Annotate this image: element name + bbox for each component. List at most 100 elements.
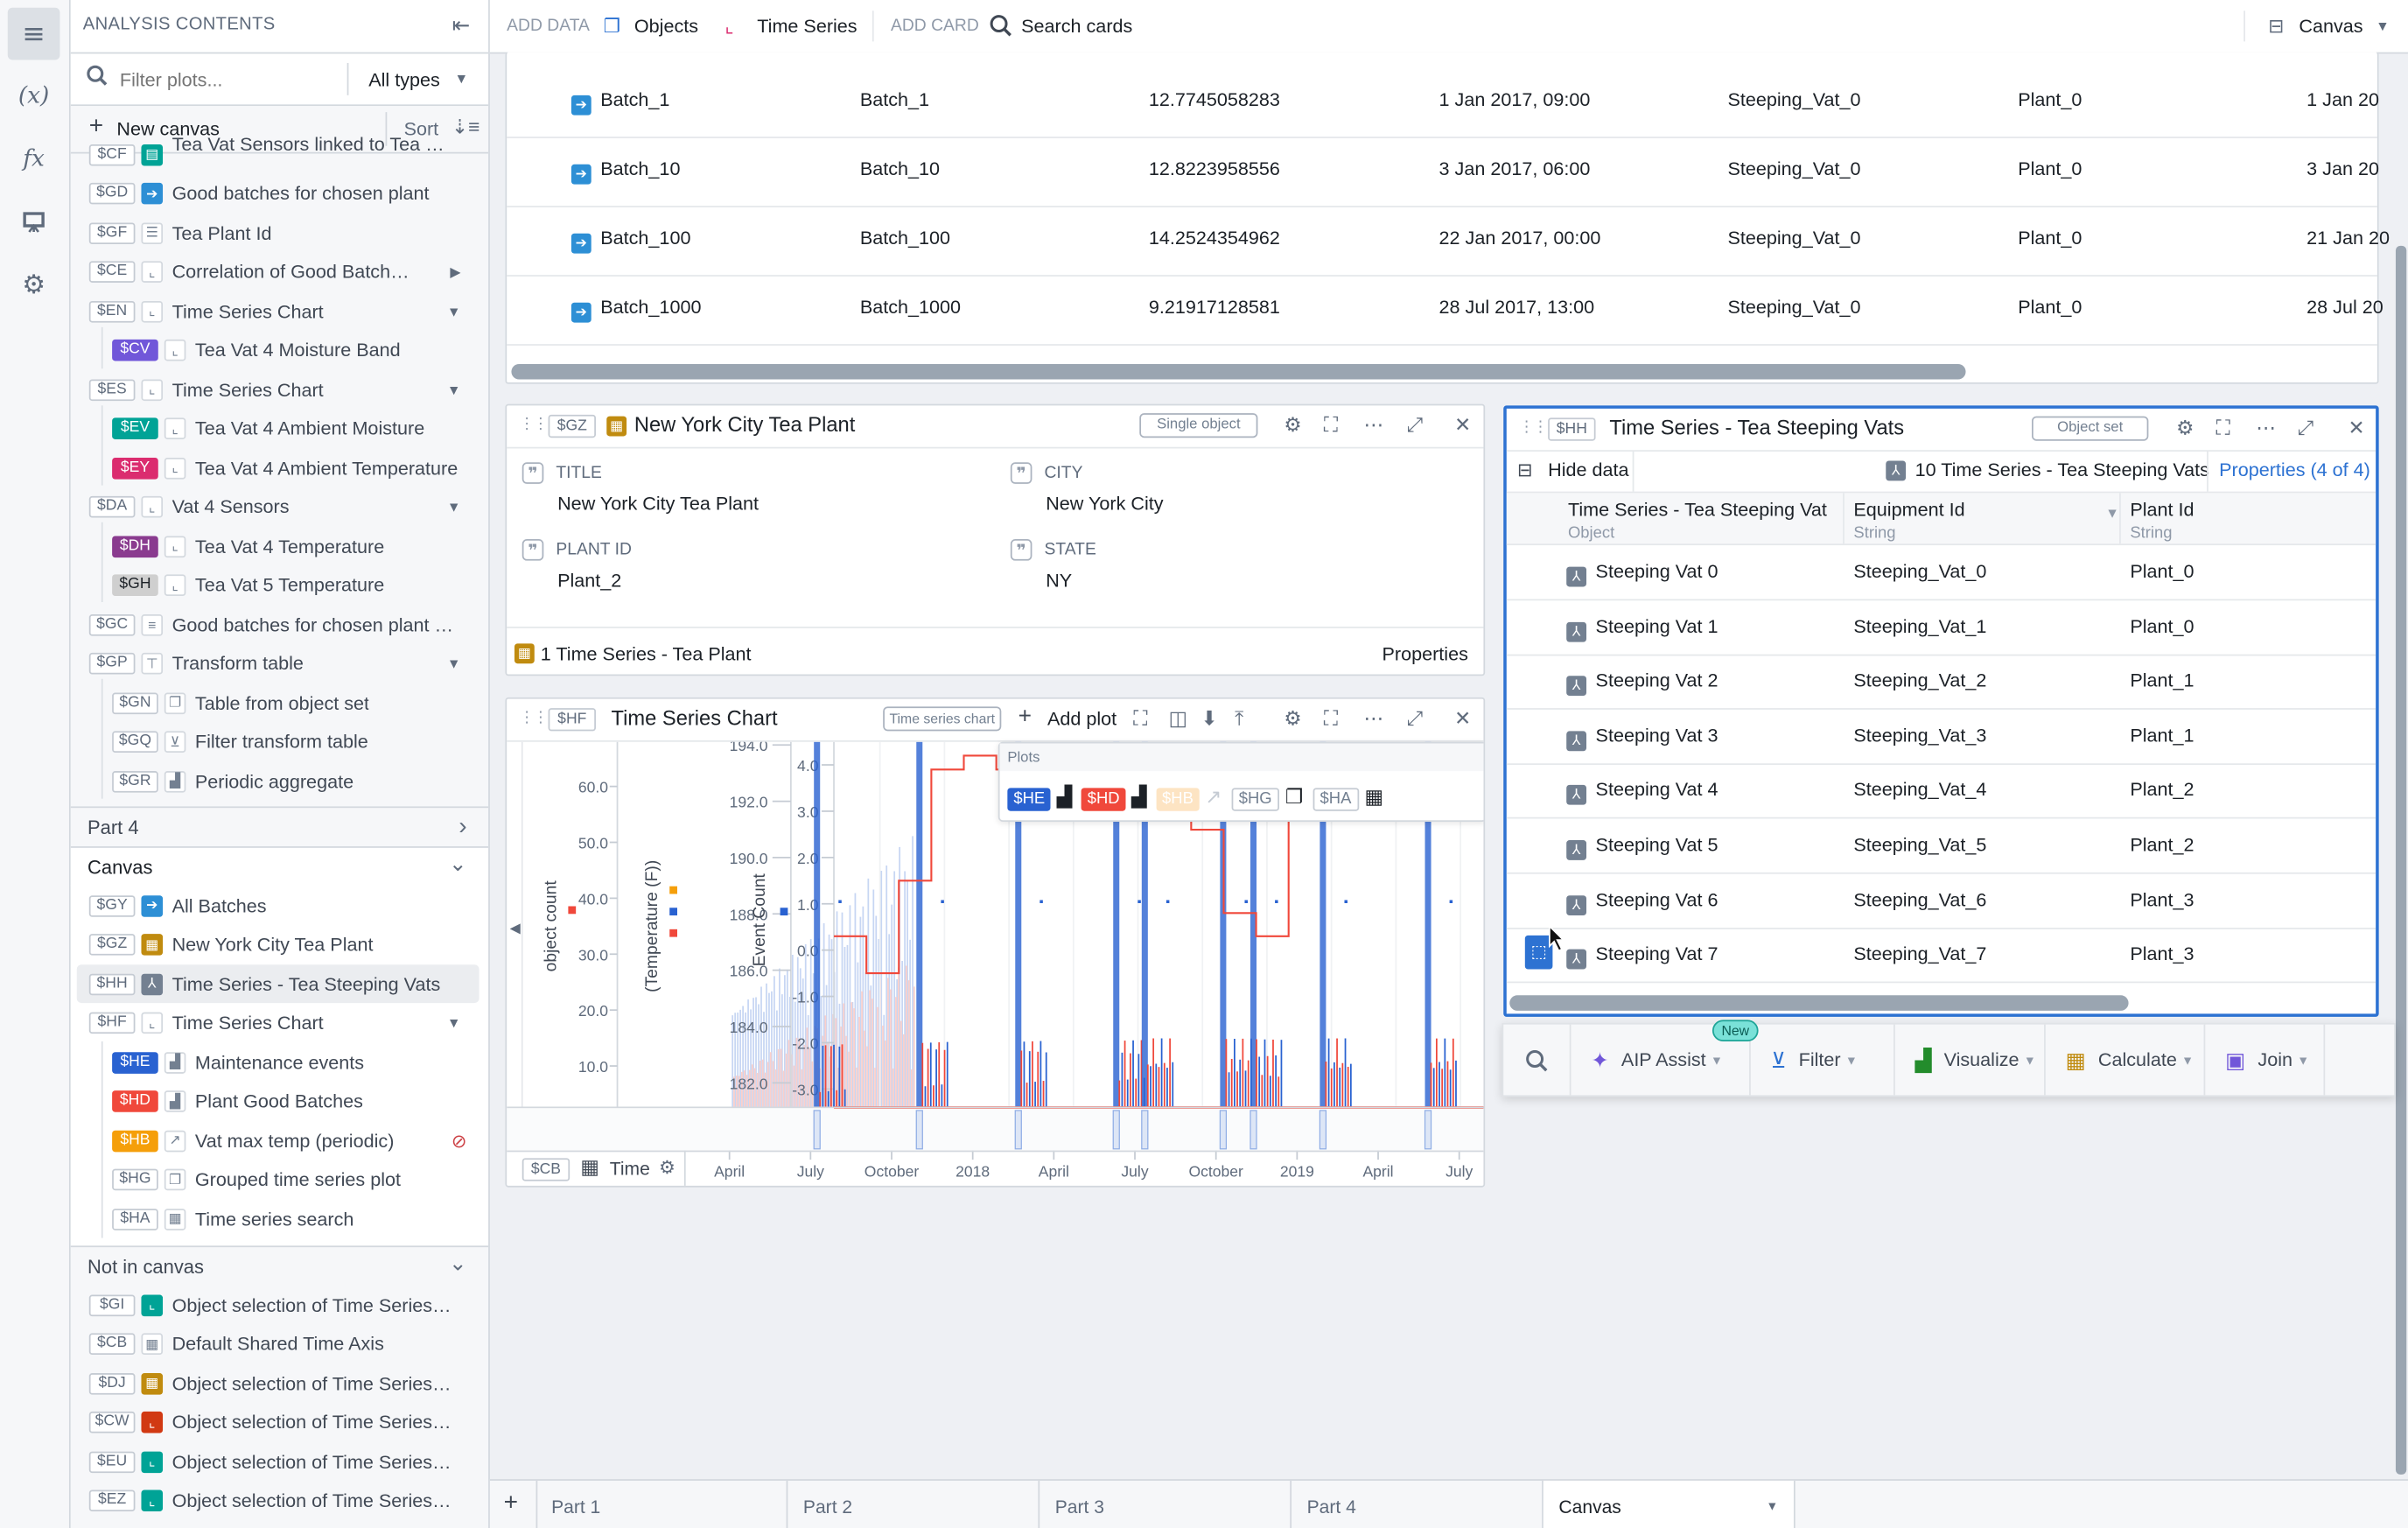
card-mode-pill[interactable]: Time series chart bbox=[883, 706, 1002, 732]
plot-tag[interactable]: $HA ▦ bbox=[1312, 785, 1383, 811]
card-mode-pill[interactable]: Single object bbox=[1139, 413, 1258, 438]
toolbar-calculate-button[interactable]: ▦ Calculate ▼ bbox=[2044, 1024, 2206, 1096]
sidebar-item[interactable]: $EN ⌞ Time Series Chart ▼ bbox=[71, 291, 488, 330]
presentation-icon[interactable]: ⛶ bbox=[1324, 706, 1338, 731]
horizontal-scrollbar[interactable] bbox=[1509, 995, 2129, 1011]
table-row[interactable]: ⅄ Steeping Vat 0 Steeping_Vat_0 Plant_0 bbox=[1506, 545, 2376, 601]
sidebar-item[interactable]: $GR ▟ Periodic aggregate bbox=[71, 762, 488, 801]
presentation-icon[interactable]: ⛶ bbox=[2216, 417, 2230, 441]
sidebar-item[interactable]: $DH ⌞ Tea Vat 4 Temperature bbox=[71, 527, 488, 565]
card-mode-pill[interactable]: Object set bbox=[2031, 416, 2149, 441]
chevron-down-icon[interactable]: ⌄ bbox=[449, 1251, 467, 1277]
tab-part-4[interactable]: Part 4 bbox=[1292, 1480, 1544, 1528]
sidebar-item[interactable]: $EZ ⌞ Object selection of Time Series -… bbox=[71, 1482, 488, 1520]
focus-icon[interactable]: ⛶ bbox=[1133, 706, 1147, 731]
plus-icon[interactable]: + bbox=[1018, 704, 1032, 730]
view-mode-select[interactable]: Canvas bbox=[2299, 16, 2362, 38]
sidebar-item[interactable]: $EV ⌞ Tea Vat 4 Ambient Moisture bbox=[71, 410, 488, 448]
functions-icon[interactable]: fx bbox=[8, 132, 60, 185]
table-row[interactable]: ⅄ Steeping Vat 3 Steeping_Vat_3 Plant_1 bbox=[1506, 709, 2376, 765]
column-header[interactable]: Equipment Id bbox=[1853, 499, 1964, 521]
table-cell[interactable]: ➔ Batch_10 bbox=[570, 158, 680, 185]
plot-tag[interactable]: $HE ▟ bbox=[1007, 785, 1072, 811]
plot-tag[interactable]: $HD ▟ bbox=[1081, 785, 1146, 811]
chevron-down-icon[interactable]: ▼ bbox=[1766, 1499, 1778, 1513]
column-header[interactable]: Plant Id bbox=[2130, 499, 2194, 521]
table-cell[interactable]: ➔ Batch_1000 bbox=[570, 297, 701, 323]
chevron-down-icon[interactable]: ▼ bbox=[447, 1015, 461, 1031]
tab-part-3[interactable]: Part 3 bbox=[1040, 1480, 1292, 1528]
object-count[interactable]: 10 Time Series - Tea Steeping Vats bbox=[1915, 459, 2209, 481]
tab-canvas[interactable]: Canvas ▼ bbox=[1543, 1480, 1796, 1528]
filter-plots-input[interactable] bbox=[116, 64, 339, 95]
time-series-button[interactable]: Time Series bbox=[757, 16, 857, 38]
sort-caret-icon[interactable]: ▼ bbox=[2105, 505, 2119, 521]
chevron-down-icon[interactable]: ▼ bbox=[447, 499, 461, 515]
add-plot-button[interactable]: Add plot bbox=[1047, 708, 1116, 730]
settings-icon[interactable]: ⚙ bbox=[8, 260, 60, 312]
sidebar-item[interactable]: $HF ⌞ Time Series Chart ▼ bbox=[71, 1004, 488, 1042]
table-row[interactable]: ⅄ Steeping Vat 4 Steeping_Vat_4 Plant_2 bbox=[1506, 764, 2376, 820]
search-button[interactable] bbox=[1503, 1024, 1572, 1096]
download-icon[interactable]: ⬇ bbox=[1200, 706, 1217, 731]
chevron-down-icon[interactable]: ▼ bbox=[447, 655, 461, 671]
sidebar-item[interactable]: $CB ▦ Default Shared Time Axis bbox=[71, 1325, 488, 1363]
sidebar-item[interactable]: $GC ≡ Good batches for chosen plant … bbox=[71, 606, 488, 644]
sidebar-item[interactable]: $HH ⅄ Time Series - Tea Steeping Vats bbox=[76, 964, 480, 1004]
close-icon[interactable]: ✕ bbox=[1454, 413, 1471, 438]
chevron-down-icon[interactable]: ▼ bbox=[455, 71, 469, 87]
objects-button[interactable]: Objects bbox=[634, 16, 698, 38]
sidebar-item[interactable]: $GQ ⊻ Filter transform table bbox=[71, 723, 488, 761]
sidebar-item[interactable]: $HB ↗ Vat max temp (periodic) ⊘ bbox=[71, 1121, 488, 1160]
sidebar-item[interactable]: $EY ⌞ Tea Vat 4 Ambient Temperature bbox=[71, 448, 488, 487]
table-cell[interactable]: ⅄ Steeping Vat 2 bbox=[1566, 670, 1718, 697]
column-header[interactable]: Time Series - Tea Steeping Vat bbox=[1568, 499, 1827, 521]
toolbar-join-button[interactable]: ▣ Join ▼ bbox=[2204, 1024, 2326, 1096]
table-cell[interactable]: ⅄ Steeping Vat 6 bbox=[1566, 888, 1718, 915]
properties-button[interactable]: Properties (4 of 4) bbox=[2219, 459, 2370, 481]
hidden-eye-icon[interactable]: ⊘ bbox=[452, 1130, 467, 1152]
section-part-4[interactable]: Part 4 › bbox=[70, 806, 489, 846]
sidebar-item[interactable]: $HA ▦ Time series search bbox=[71, 1200, 488, 1238]
more-icon[interactable]: ⋯ bbox=[1364, 413, 1384, 438]
table-row[interactable]: ➔ Batch_1 Batch_1 12.7745058283 1 Jan 2017, … bbox=[507, 67, 2379, 138]
collapse-axes-icon[interactable]: ◀ bbox=[510, 921, 522, 936]
maximize-icon[interactable]: ⤢ bbox=[1407, 413, 1423, 438]
sidebar-item[interactable]: $GP ⊤ Transform table ▼ bbox=[71, 644, 488, 683]
horizontal-scrollbar[interactable] bbox=[511, 363, 1966, 380]
sidebar-item[interactable]: $GY ➔ All Batches bbox=[71, 887, 488, 925]
search-cards-button[interactable]: Search cards bbox=[1021, 16, 1132, 38]
sidebar-item[interactable]: $DJ ▦ Object selection of Time Series -… bbox=[71, 1364, 488, 1403]
table-cell[interactable]: ⅄ Steeping Vat 7 bbox=[1566, 943, 1718, 970]
chevron-down-icon[interactable]: ⌄ bbox=[449, 851, 467, 877]
table-cell[interactable]: ⅄ Steeping Vat 0 bbox=[1566, 561, 1718, 587]
table-row[interactable]: ➔ Batch_1000 Batch_1000 9.21917128581 28 Jul… bbox=[507, 275, 2384, 346]
presentation-icon[interactable] bbox=[8, 197, 60, 249]
sidebar-item[interactable]: $EU ⌞ Object selection of Time Series -… bbox=[71, 1442, 488, 1481]
table-row[interactable]: ➔ Batch_10 Batch_10 12.8223958556 3 Jan 2017… bbox=[507, 137, 2379, 207]
table-row[interactable]: ⅄ Steeping Vat 1 Steeping_Vat_1 Plant_0 bbox=[1506, 600, 2376, 655]
settings-icon[interactable]: ⚙ bbox=[2176, 417, 2194, 441]
sidebar-item[interactable]: $HD ▟ Plant Good Batches bbox=[71, 1082, 488, 1120]
drag-handle-icon[interactable]: ⋮⋮ bbox=[519, 417, 548, 433]
plot-tag[interactable]: $HG ❐ bbox=[1230, 785, 1303, 811]
sidebar-item[interactable]: $CW ⌞ Object selection of Time Series -… bbox=[71, 1403, 488, 1441]
settings-icon[interactable]: ⚙ bbox=[1284, 706, 1301, 731]
chevron-down-icon[interactable]: ▼ bbox=[447, 382, 461, 397]
table-cell[interactable]: ➔ Batch_100 bbox=[570, 228, 690, 254]
section-not-in-canvas[interactable]: Not in canvas ⌄ bbox=[70, 1245, 489, 1286]
table-cell[interactable]: ➔ Batch_1 bbox=[570, 89, 669, 116]
settings-icon[interactable]: ⚙ bbox=[659, 1157, 676, 1179]
sidebar-item[interactable]: $HE ▟ Maintenance events bbox=[71, 1043, 488, 1082]
chevron-right-icon[interactable]: ▶ bbox=[450, 263, 460, 280]
sidebar-item[interactable]: $GH ⌞ Tea Vat 5 Temperature bbox=[71, 566, 488, 605]
type-select[interactable]: All types bbox=[368, 69, 440, 91]
more-icon[interactable]: ⋯ bbox=[2256, 417, 2276, 441]
properties-button[interactable]: Properties bbox=[1382, 643, 1468, 665]
variables-icon[interactable]: (x) bbox=[8, 69, 60, 122]
chevron-down-icon[interactable]: ▼ bbox=[2376, 18, 2390, 34]
tab-part-2[interactable]: Part 2 bbox=[788, 1480, 1040, 1528]
table-cell[interactable]: ⅄ Steeping Vat 3 bbox=[1566, 725, 1718, 751]
sidebar-item[interactable]: $CF ▤ Tea Vat Sensors linked to Tea St... bbox=[71, 133, 488, 173]
drag-handle-icon[interactable]: ⋮⋮ bbox=[1519, 419, 1548, 436]
